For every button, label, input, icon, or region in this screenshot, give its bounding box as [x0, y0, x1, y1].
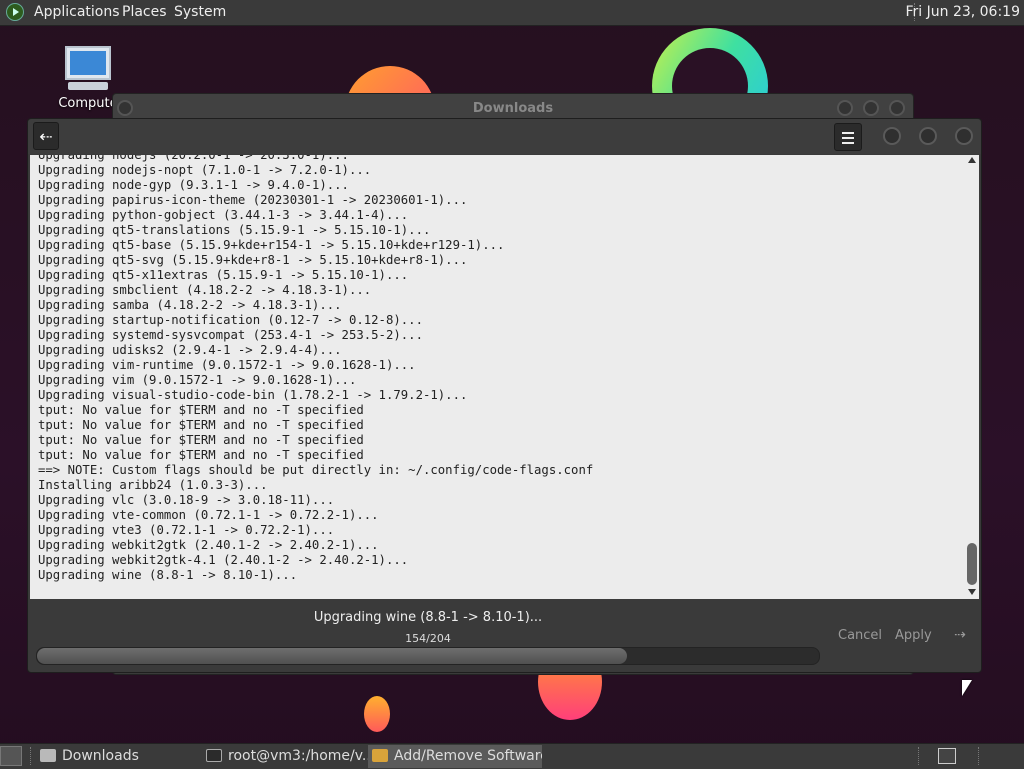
mouse-cursor-icon [962, 680, 972, 696]
menu-applications[interactable]: Applications [34, 4, 120, 20]
taskbar-item-add-remove-software[interactable]: Add/Remove Software [368, 745, 542, 768]
taskbar-item-terminal[interactable]: root@vm3:/home/v... [202, 745, 368, 768]
progress-bar [36, 647, 820, 665]
output-line: tput: No value for $TERM and no -T speci… [38, 448, 364, 462]
output-line: Upgrading papirus-icon-theme (20230301-1… [38, 193, 468, 207]
progress-count: 154/204 [405, 632, 451, 645]
apply-button[interactable]: Apply [891, 624, 936, 648]
output-line: tput: No value for $TERM and no -T speci… [38, 418, 364, 432]
hamburger-menu-button[interactable] [834, 123, 862, 151]
output-line: Upgrading vlc (3.0.18-9 -> 3.0.18-11)... [38, 493, 335, 507]
output-lines: Upgrading nodejs (20.2.0-1 -> 20.3.0-1).… [38, 155, 593, 583]
folder-icon [40, 749, 56, 762]
output-console[interactable]: Upgrading nodejs (20.2.0-1 -> 20.3.0-1).… [30, 155, 966, 599]
output-line: Upgrading samba (4.18.2-2 -> 4.18.3-1)..… [38, 298, 342, 312]
package-icon [372, 749, 388, 762]
output-line: Upgrading vte-common (0.72.1-1 -> 0.72.2… [38, 508, 379, 522]
output-line: Installing aribb24 (1.0.3-3)... [38, 478, 268, 492]
close-icon[interactable] [889, 100, 905, 116]
output-line: Upgrading vim (9.0.1572-1 -> 9.0.1628-1)… [38, 373, 357, 387]
output-line: Upgrading qt5-translations (5.15.9-1 -> … [38, 223, 431, 237]
taskbar-item-label: Downloads [62, 748, 139, 764]
minimize-icon[interactable] [837, 100, 853, 116]
output-line: Upgrading qt5-svg (5.15.9+kde+r8-1 -> 5.… [38, 253, 468, 267]
progress-fill [37, 648, 628, 664]
output-line: ==> NOTE: Custom flags should be put dir… [38, 463, 594, 477]
close-icon[interactable] [955, 127, 973, 145]
top-panel: Applications Places System Fri Jun 23, 0… [0, 0, 1024, 26]
output-line: Upgrading nodejs-nopt (7.1.0-1 -> 7.2.0-… [38, 163, 372, 177]
output-line: Upgrading wine (8.8-1 -> 8.10-1)... [38, 568, 298, 582]
output-line: Upgrading webkit2gtk-4.1 (2.40.1-2 -> 2.… [38, 553, 409, 567]
output-line: Upgrading udisks2 (2.9.4-1 -> 2.9.4-4)..… [38, 343, 342, 357]
bottom-taskbar: Downloads root@vm3:/home/v... Add/Remove… [0, 743, 1024, 769]
output-line: Upgrading python-gobject (3.44.1-3 -> 3.… [38, 208, 409, 222]
output-line: Upgrading webkit2gtk (2.40.1-2 -> 2.40.2… [38, 538, 379, 552]
output-line: Upgrading systemd-sysvcompat (253.4-1 ->… [38, 328, 423, 342]
maximize-icon[interactable] [863, 100, 879, 116]
back-button[interactable]: ⇠ [33, 122, 59, 150]
output-line: Upgrading vim-runtime (9.0.1572-1 -> 9.0… [38, 358, 416, 372]
output-line: Upgrading node-gyp (9.3.1-1 -> 9.4.0-1).… [38, 178, 349, 192]
scroll-up-icon[interactable] [968, 157, 976, 163]
desktop-icon-computer[interactable]: Compute [56, 46, 120, 111]
menu-places[interactable]: Places [122, 4, 167, 20]
maximize-icon[interactable] [919, 127, 937, 145]
arrow-left-icon: ⇠ [39, 127, 53, 146]
scroll-down-icon[interactable] [968, 589, 976, 595]
desktop-icon-label: Compute [58, 96, 118, 111]
menu-system[interactable]: System [174, 4, 226, 20]
taskbar-item-downloads[interactable]: Downloads [36, 745, 202, 768]
output-line: Upgrading visual-studio-code-bin (1.78.2… [38, 388, 468, 402]
terminal-icon [206, 749, 222, 762]
output-line: Upgrading qt5-x11extras (5.15.9-1 -> 5.1… [38, 268, 409, 282]
arrow-right-icon[interactable]: ⇢ [950, 624, 970, 646]
output-line: tput: No value for $TERM and no -T speci… [38, 403, 364, 417]
computer-icon [65, 46, 111, 80]
output-line: Upgrading nodejs (20.2.0-1 -> 20.3.0-1).… [38, 155, 349, 162]
menu-logo-icon[interactable] [6, 3, 24, 21]
window-menu-icon[interactable] [117, 100, 133, 116]
taskbar-item-label: Add/Remove Software [394, 748, 542, 764]
cancel-button[interactable]: Cancel [834, 624, 886, 648]
output-line: Upgrading startup-notification (0.12-7 -… [38, 313, 423, 327]
show-desktop-button[interactable] [0, 746, 22, 766]
vertical-scrollbar[interactable] [966, 155, 979, 599]
output-line: Upgrading vte3 (0.72.1-1 -> 0.72.2-1)... [38, 523, 335, 537]
add-remove-software-window[interactable]: ⇠ Upgrading nodejs (20.2.0-1 -> 20.3.0-1… [27, 118, 982, 673]
output-line: tput: No value for $TERM and no -T speci… [38, 433, 364, 447]
output-line: Upgrading smbclient (4.18.2-2 -> 4.18.3-… [38, 283, 372, 297]
status-message: Upgrading wine (8.8-1 -> 8.10-1)... [313, 610, 543, 625]
clock[interactable]: Fri Jun 23, 06:19 [905, 4, 1020, 20]
workspace-switcher[interactable] [938, 748, 956, 764]
scrollbar-thumb[interactable] [967, 543, 977, 585]
taskbar-item-label: root@vm3:/home/v... [228, 748, 368, 764]
wallpaper-shape [364, 696, 390, 732]
output-line: Upgrading qt5-base (5.15.9+kde+r154-1 ->… [38, 238, 505, 252]
minimize-icon[interactable] [883, 127, 901, 145]
